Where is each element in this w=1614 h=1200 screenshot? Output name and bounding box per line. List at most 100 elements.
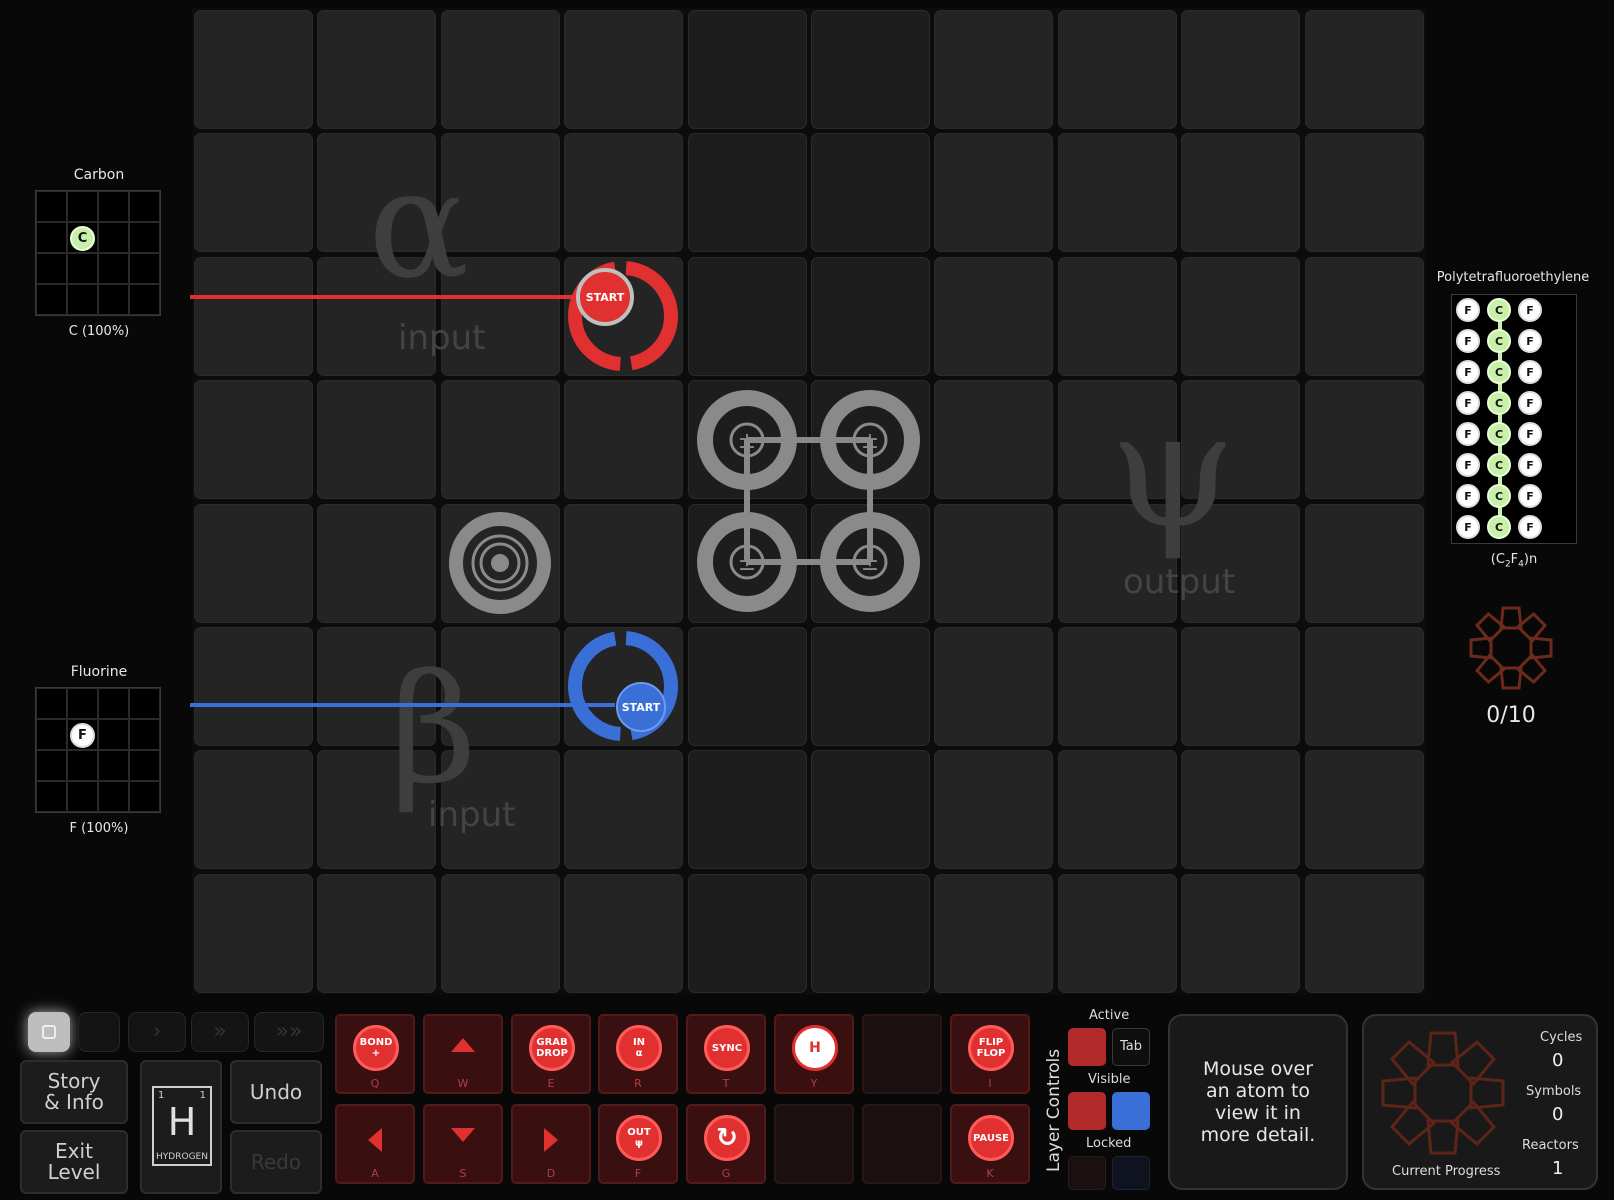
play-button[interactable]: ›: [128, 1012, 186, 1052]
arrow-down-icon: [451, 1128, 475, 1142]
top-tool-empty-6: [862, 1014, 942, 1094]
layer-visible-label: Visible: [1088, 1072, 1131, 1087]
locked-layer-red[interactable]: [1068, 1156, 1106, 1190]
top-tool-w[interactable]: W: [423, 1014, 503, 1094]
output-fluorine-atom: F: [1456, 298, 1480, 322]
output-carbon-atom: C: [1487, 329, 1511, 353]
output-fluorine-atom: F: [1518, 515, 1542, 539]
atom-info-text: Mouse over an atom to view it in more de…: [1200, 1058, 1316, 1146]
blue-start-marker[interactable]: START: [616, 682, 666, 732]
visible-layer-red[interactable]: [1068, 1092, 1106, 1130]
step-button[interactable]: [78, 1012, 120, 1052]
red-start-marker[interactable]: START: [576, 268, 634, 326]
top-tool-r[interactable]: IN α R: [598, 1014, 678, 1094]
top-tool-e[interactable]: GRAB DROP E: [511, 1014, 591, 1094]
top-tool-t[interactable]: SYNC T: [686, 1014, 766, 1094]
arrow-left-icon: [368, 1128, 382, 1152]
locked-layer-blue[interactable]: [1112, 1156, 1150, 1190]
output-carbon-atom: C: [1487, 484, 1511, 508]
layer-active-label: Active: [1089, 1008, 1130, 1023]
element-name: HYDROGEN: [156, 1152, 208, 1162]
bottom-tool-g[interactable]: ↻ G: [686, 1104, 766, 1184]
bottom-tool-icon: PAUSE: [968, 1115, 1014, 1161]
hotkey-label: G: [721, 1167, 731, 1180]
blue-start-label: START: [621, 700, 661, 714]
bottom-tool-icon: ↻: [704, 1115, 750, 1161]
hotkey-label: W: [457, 1077, 469, 1090]
output-fluorine-atom: F: [1456, 453, 1480, 477]
atom-info-box: Mouse over an atom to view it in more de…: [1168, 1014, 1348, 1190]
carbon-atom: C: [70, 226, 95, 251]
bottom-tool-k[interactable]: PAUSE K: [950, 1104, 1030, 1184]
top-tool-icon: GRAB DROP: [529, 1025, 575, 1071]
bonder-cluster[interactable]: [697, 390, 920, 612]
top-tool-icon: BOND +: [353, 1025, 399, 1071]
svg-text:±: ±: [738, 551, 756, 576]
output-carbon-atom: C: [1487, 391, 1511, 415]
output-fluorine-atom: F: [1456, 422, 1480, 446]
stats-panel: Current Progress Cycles 0 Symbols 0 Reac…: [1362, 1014, 1598, 1190]
stop-button[interactable]: [28, 1012, 70, 1052]
faster-button[interactable]: »»: [254, 1012, 324, 1052]
arrow-up-icon: [451, 1038, 475, 1052]
output-fluorine-atom: F: [1456, 391, 1480, 415]
top-tool-icon: IN α: [616, 1025, 662, 1071]
hotkey-label: D: [546, 1167, 556, 1180]
arrow-right-icon: [544, 1128, 558, 1152]
top-tool-icon: SYNC: [704, 1025, 750, 1071]
bottom-tool-a[interactable]: A: [335, 1104, 415, 1184]
reactors-label: Reactors: [1522, 1138, 1579, 1153]
cycles-value: 0: [1552, 1050, 1564, 1071]
element-card[interactable]: 1 1 H HYDROGEN: [140, 1060, 222, 1194]
output-name: Polytetrafluoroethylene: [1436, 270, 1590, 285]
output-carbon-atom: C: [1487, 298, 1511, 322]
output-fluorine-atom: F: [1518, 329, 1542, 353]
top-tool-y[interactable]: HY: [774, 1014, 854, 1094]
top-tool-icon: H: [792, 1025, 838, 1071]
sensor-target[interactable]: [449, 512, 551, 614]
input-alpha-percent: C (100%): [68, 324, 130, 339]
svg-text:±: ±: [861, 551, 879, 576]
bottom-tool-d[interactable]: D: [511, 1104, 591, 1184]
element-symbol: H: [167, 1100, 197, 1144]
bottom-tool-empty-5: [774, 1104, 854, 1184]
output-fluorine-atom: F: [1518, 484, 1542, 508]
hotkey-label: A: [371, 1167, 379, 1180]
hotkey-label: T: [722, 1077, 730, 1090]
bottom-tool-f[interactable]: OUT ψ F: [598, 1104, 678, 1184]
output-fluorine-atom: F: [1456, 360, 1480, 384]
input-beta-grid[interactable]: [35, 687, 161, 813]
hotkey-label: R: [634, 1077, 642, 1090]
active-layer-red[interactable]: [1068, 1028, 1106, 1066]
red-start-label: START: [585, 290, 625, 304]
bottom-tool-s[interactable]: S: [423, 1104, 503, 1184]
input-beta-name: Fluorine: [70, 664, 128, 680]
hotkey-label: I: [988, 1077, 992, 1090]
top-tool-q[interactable]: BOND + Q: [335, 1014, 415, 1094]
story-info-button[interactable]: Story & Info: [20, 1060, 128, 1124]
output-fluorine-atom: F: [1518, 422, 1542, 446]
fast-button[interactable]: »: [191, 1012, 249, 1052]
output-carbon-atom: C: [1487, 453, 1511, 477]
bottom-tool-icon: OUT ψ: [616, 1115, 662, 1161]
top-tool-i[interactable]: FLIP FLOP I: [950, 1014, 1030, 1094]
input-alpha-grid[interactable]: [35, 190, 161, 316]
output-carbon-atom: C: [1487, 515, 1511, 539]
hotkey-label: K: [986, 1167, 994, 1180]
output-progress-count: 0/10: [1486, 703, 1536, 728]
hotkey-label: E: [547, 1077, 555, 1090]
reactors-value: 1: [1552, 1158, 1564, 1179]
exit-level-button[interactable]: Exit Level: [20, 1130, 128, 1194]
current-progress-icon: [1381, 1031, 1505, 1155]
hotkey-label: Y: [810, 1077, 818, 1090]
hotkey-label: S: [459, 1167, 467, 1180]
redo-button[interactable]: Redo: [230, 1130, 322, 1194]
undo-button[interactable]: Undo: [230, 1060, 322, 1124]
output-formula: (C2F4)n: [1490, 552, 1538, 570]
hotkey-label: F: [634, 1167, 642, 1180]
svg-text:±: ±: [861, 429, 879, 454]
cycles-label: Cycles: [1540, 1030, 1583, 1045]
visible-layer-blue[interactable]: [1112, 1092, 1150, 1130]
tab-key[interactable]: Tab: [1112, 1028, 1150, 1066]
hotkey-label: Q: [370, 1077, 380, 1090]
